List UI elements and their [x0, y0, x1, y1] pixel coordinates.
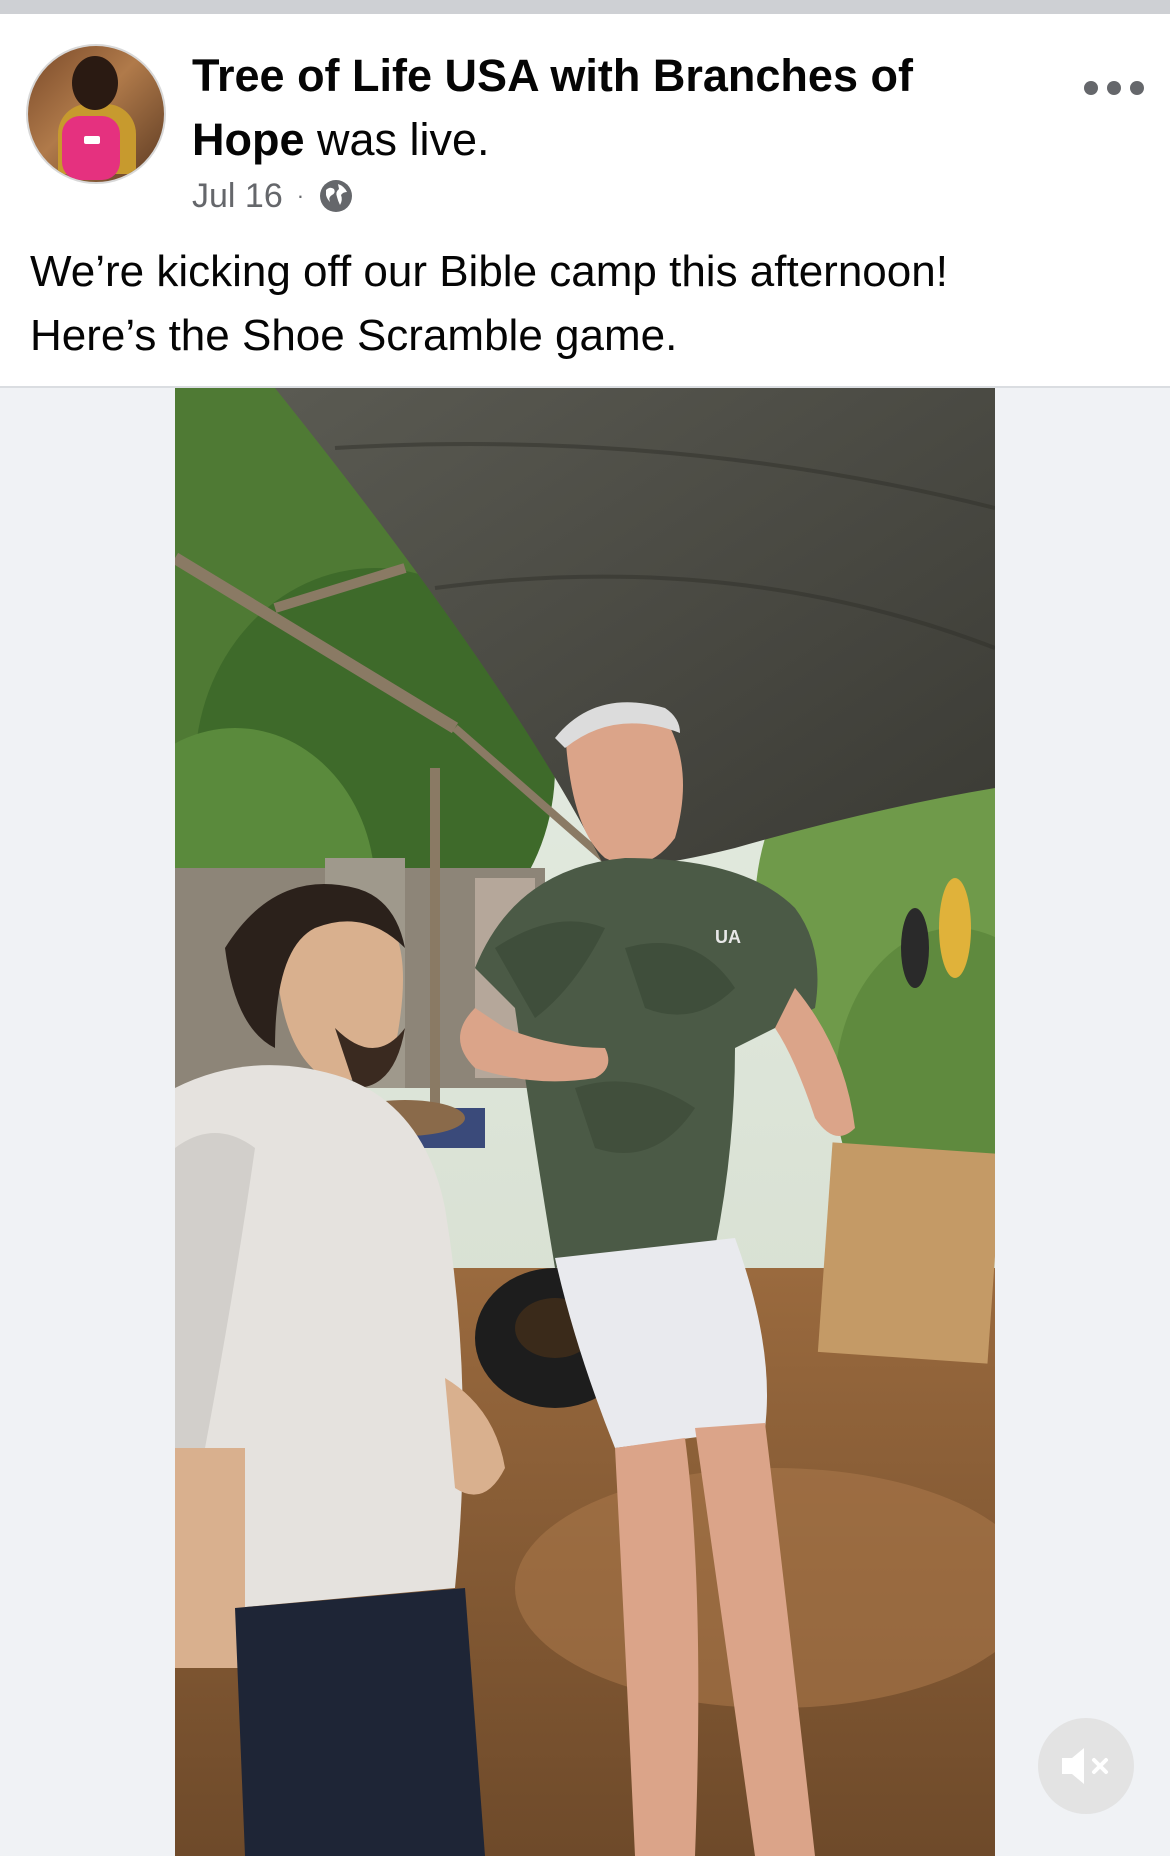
- top-divider: [0, 0, 1170, 14]
- post-meta: Jul 16 ·: [192, 174, 354, 218]
- video-frame: UA: [175, 388, 995, 1856]
- shirt-logo: UA: [715, 927, 741, 947]
- author-avatar[interactable]: [26, 44, 166, 184]
- post-date[interactable]: Jul 16: [192, 177, 283, 216]
- live-video-player[interactable]: UA: [175, 388, 995, 1856]
- caption-line-2: Here’s the Shoe Scramble game.: [30, 311, 678, 360]
- author-name-link[interactable]: Tree of Life USA with Branches of Hope: [192, 50, 913, 165]
- live-status-text: was live.: [304, 114, 490, 165]
- caption-line-1: We’re kicking off our Bible camp this af…: [30, 247, 948, 296]
- meta-separator: ·: [296, 183, 305, 208]
- post-caption: We’re kicking off our Bible camp this af…: [30, 240, 1140, 368]
- mute-toggle-button[interactable]: [1038, 1718, 1134, 1814]
- globe-icon[interactable]: [318, 178, 354, 214]
- post-header: Tree of Life USA with Branches of Hope w…: [0, 14, 1170, 215]
- more-horizontal-icon[interactable]: [1084, 76, 1144, 100]
- speaker-muted-icon: [1062, 1748, 1108, 1784]
- author-line: Tree of Life USA with Branches of Hope w…: [192, 44, 992, 172]
